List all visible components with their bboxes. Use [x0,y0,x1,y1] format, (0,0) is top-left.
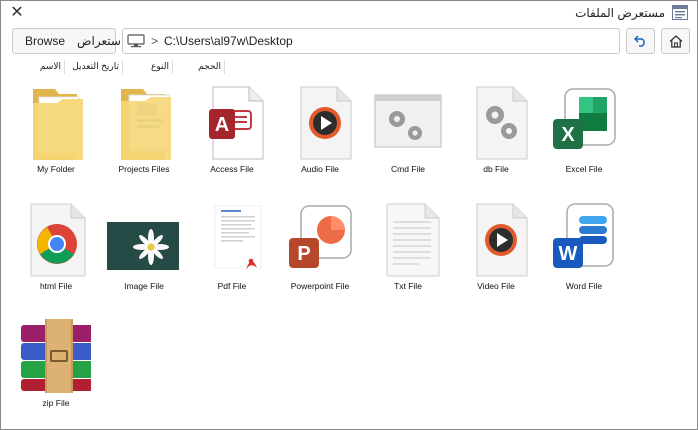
video-file-icon [476,203,528,277]
address-separator: > [151,34,159,48]
file-label: Projects Files [118,164,170,174]
file-item-html-file[interactable]: html File [11,192,95,302]
audio-file-icon [300,86,352,160]
file-item-projects-files[interactable]: Projects Files [99,75,183,185]
file-item-cmd-file[interactable]: Cmd File [363,75,447,185]
file-label: db File [483,164,509,174]
svg-text:X: X [561,124,575,146]
column-header-name[interactable]: الاسم [11,60,65,74]
file-item-zip-file[interactable]: zip File [11,309,95,419]
column-headers: الاسم تاريخ التعديل النوع الحجم [11,60,691,74]
file-item-word-file[interactable]: W Word File [539,192,623,302]
access-file-icon: A [209,86,264,160]
svg-text:P: P [297,243,310,265]
word-file-icon: W [553,203,614,268]
file-item-my-folder[interactable]: My Folder [11,75,95,185]
window-title: مستعرض الملفات [575,6,665,20]
app-window-icon [672,5,688,20]
file-label: Audio File [301,164,339,174]
file-label: html File [39,281,73,291]
address-path: C:\Users\al97w\Desktop [164,34,293,48]
file-label: My Folder [37,164,75,174]
address-bar[interactable]: > C:\Users\al97w\Desktop [122,28,620,54]
pdf-file-icon [214,205,262,272]
file-item-powerpoint-file[interactable]: P Powerpoint File [275,192,359,302]
file-label: Word File [565,281,603,291]
file-item-audio-file[interactable]: Audio File [275,75,359,185]
column-header-type[interactable]: النوع [123,60,173,74]
undo-arrow-icon [633,35,645,47]
browse-label-ar: استعراض [77,34,125,48]
file-item-excel-file[interactable]: X Excel File [539,75,623,185]
file-item-pdf-file[interactable]: Pdf File [187,192,271,302]
file-item-video-file[interactable]: Video File [451,192,535,302]
file-label: Excel File [565,164,603,174]
file-label: Cmd File [390,164,425,174]
title-bar: ✕ مستعرض الملفات [1,1,697,25]
file-item-db-file[interactable]: db File [451,75,535,185]
computer-icon [127,34,145,48]
file-label: Txt File [394,281,422,291]
file-grid: My Folder Projects Files A Access File A… [11,75,691,423]
file-item-image-file[interactable]: Image File [99,192,183,302]
home-icon [669,34,682,48]
html-file-icon [30,203,86,277]
close-button[interactable]: ✕ [7,3,27,23]
folder-icon [121,89,171,160]
toolbar: Browse استعراض > C:\Users\al97w\Desktop [1,25,697,59]
file-item-access-file[interactable]: A Access File [187,75,271,185]
column-header-size[interactable]: الحجم [173,60,225,74]
image-file-icon [107,222,179,270]
file-label: Pdf File [217,281,247,291]
file-label: Video File [477,281,515,291]
txt-file-icon [386,203,440,277]
browse-label-en: Browse [25,34,66,48]
file-label: Powerpoint File [290,281,350,291]
zip-file-icon [21,319,91,393]
browse-button[interactable]: Browse استعراض [12,28,124,54]
home-button[interactable] [661,28,690,54]
svg-text:A: A [215,114,229,136]
cmd-file-icon [374,94,442,148]
file-label: Image File [124,281,164,291]
svg-text:W: W [559,243,578,265]
db-file-icon [476,86,528,160]
powerpoint-file-icon: P [289,205,352,268]
excel-file-icon: X [553,88,616,149]
file-label: Access File [210,164,254,174]
back-button[interactable] [626,28,655,54]
file-item-txt-file[interactable]: Txt File [363,192,447,302]
file-label: zip File [42,398,70,408]
column-header-modified[interactable]: تاريخ التعديل [65,60,123,74]
folder-icon [33,89,83,160]
file-browser-window: ✕ مستعرض الملفات Browse استعراض > C:\Use… [0,0,698,430]
